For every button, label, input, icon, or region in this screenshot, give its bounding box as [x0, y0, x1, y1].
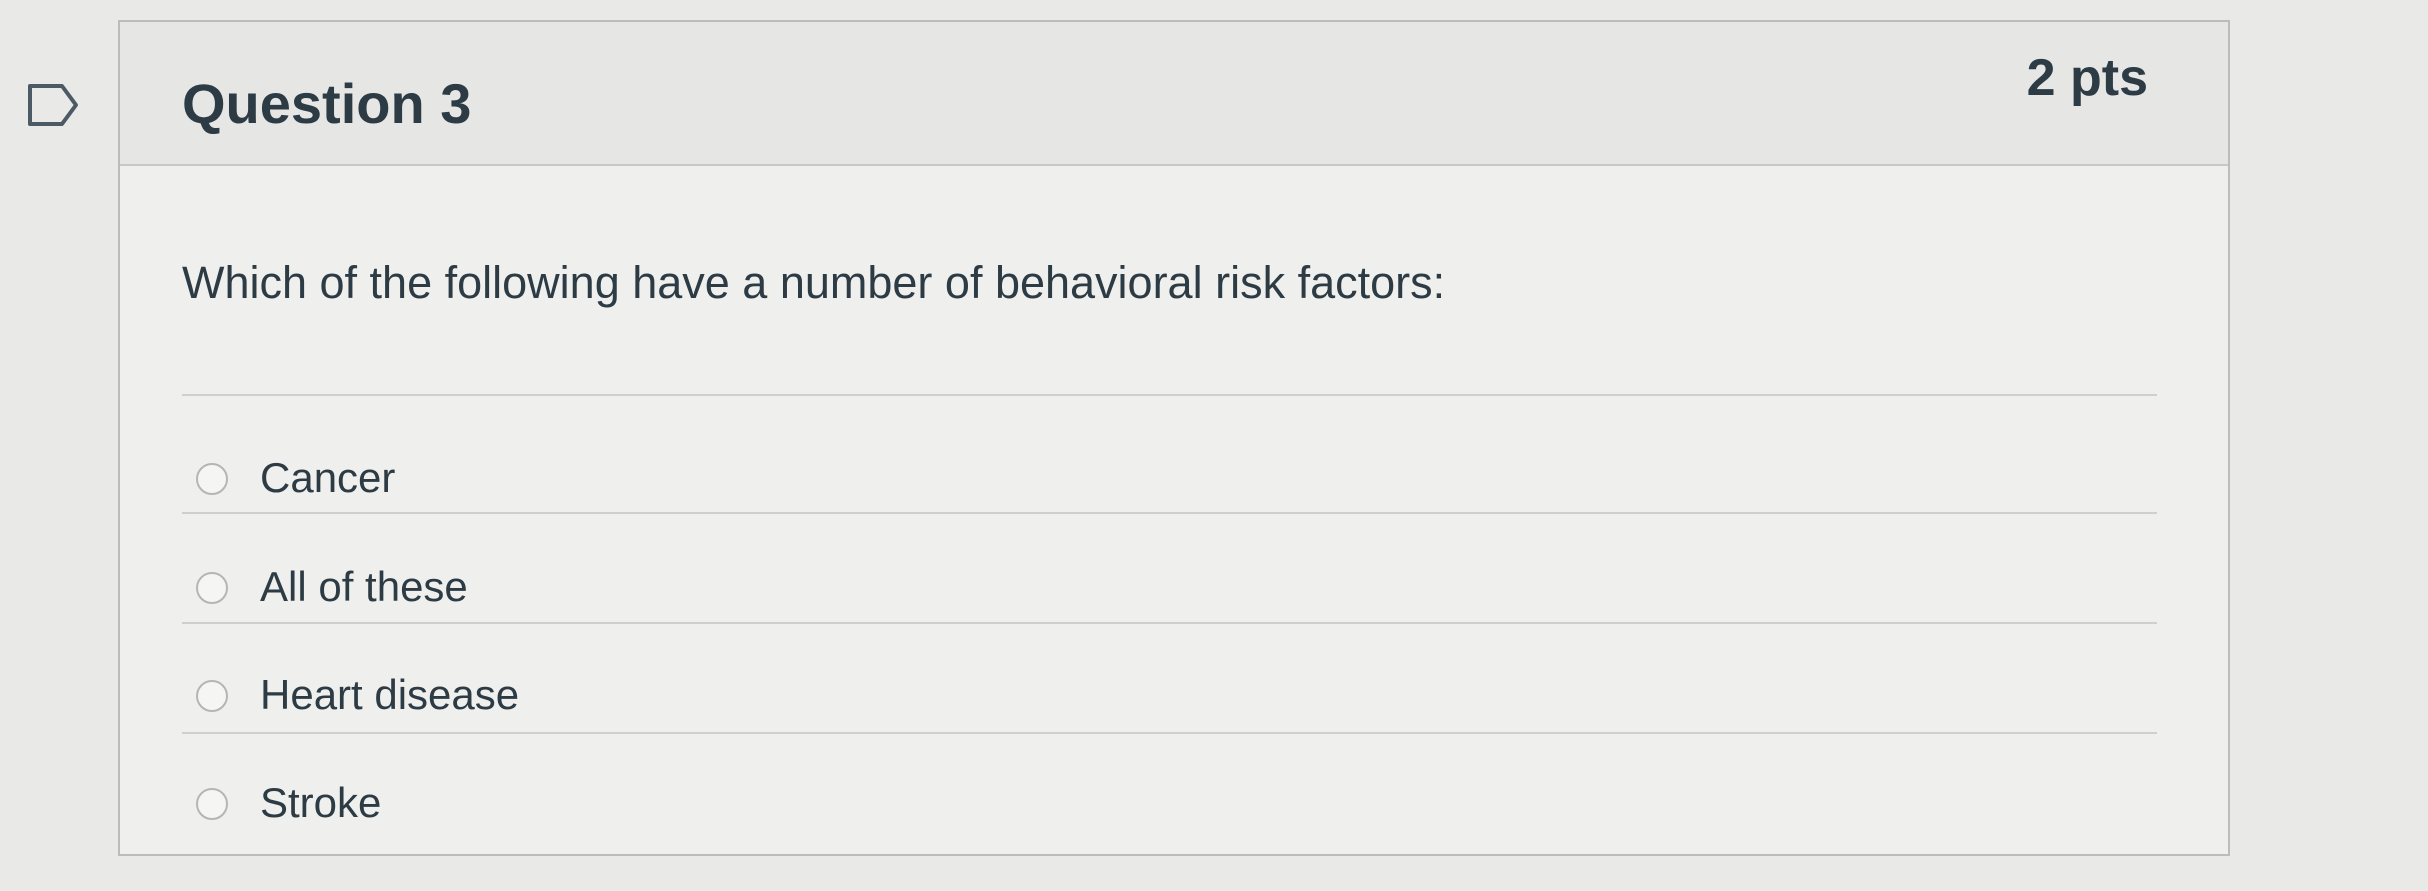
radio-button-icon[interactable] — [196, 788, 228, 820]
answer-label: All of these — [260, 563, 468, 610]
question-header: Question 3 2 pts — [120, 22, 2228, 166]
radio-button-icon[interactable] — [196, 680, 228, 712]
radio-button-icon[interactable] — [196, 463, 228, 495]
answer-label: Cancer — [260, 454, 396, 501]
radio-button-icon[interactable] — [196, 572, 228, 604]
question-title: Question 3 — [182, 72, 472, 135]
question-text: Which of the following have a number of … — [182, 257, 1446, 308]
flag-question-icon[interactable] — [26, 82, 82, 128]
answer-label: Stroke — [260, 779, 382, 826]
question-points: 2 pts — [2026, 49, 2148, 107]
answer-divider — [182, 394, 2157, 396]
answer-option-heart-disease[interactable]: Heart disease — [196, 664, 2096, 728]
answer-divider — [182, 732, 2157, 734]
answer-option-all-of-these[interactable]: All of these — [196, 556, 2096, 620]
question-card: Question 3 2 pts Which of the following … — [118, 20, 2230, 856]
answer-option-cancer[interactable]: Cancer — [196, 447, 2096, 511]
answer-label: Heart disease — [260, 671, 520, 718]
answer-divider — [182, 512, 2157, 514]
answer-option-stroke[interactable]: Stroke — [196, 772, 2096, 836]
answer-divider — [182, 622, 2157, 624]
